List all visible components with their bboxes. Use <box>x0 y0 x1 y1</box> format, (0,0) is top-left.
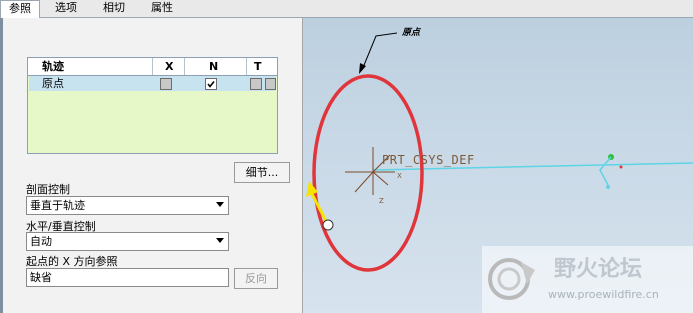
watermark: 野火论坛 www.proewildfire.cn <box>482 246 693 313</box>
watermark-url: www.proewildfire.cn <box>548 288 659 301</box>
csys-axis-diag <box>372 171 389 186</box>
axis-z-label: Z <box>379 197 384 205</box>
trajectory-curve[interactable] <box>312 74 424 272</box>
origin-arrowhead <box>359 63 366 74</box>
origin-leader <box>361 32 398 71</box>
watermark-title: 野火论坛 <box>554 257 643 282</box>
start-point[interactable] <box>322 219 334 231</box>
csys-label: PRT_CSYS_DEF <box>382 153 475 167</box>
datum-point <box>606 185 610 189</box>
axis-x-label: X <box>397 172 402 180</box>
datum-marker <box>599 156 612 186</box>
csys-axis-z <box>354 171 374 193</box>
origin-label: 原点 <box>402 28 421 38</box>
forum-logo-icon <box>488 258 535 300</box>
red-dot <box>619 165 623 169</box>
